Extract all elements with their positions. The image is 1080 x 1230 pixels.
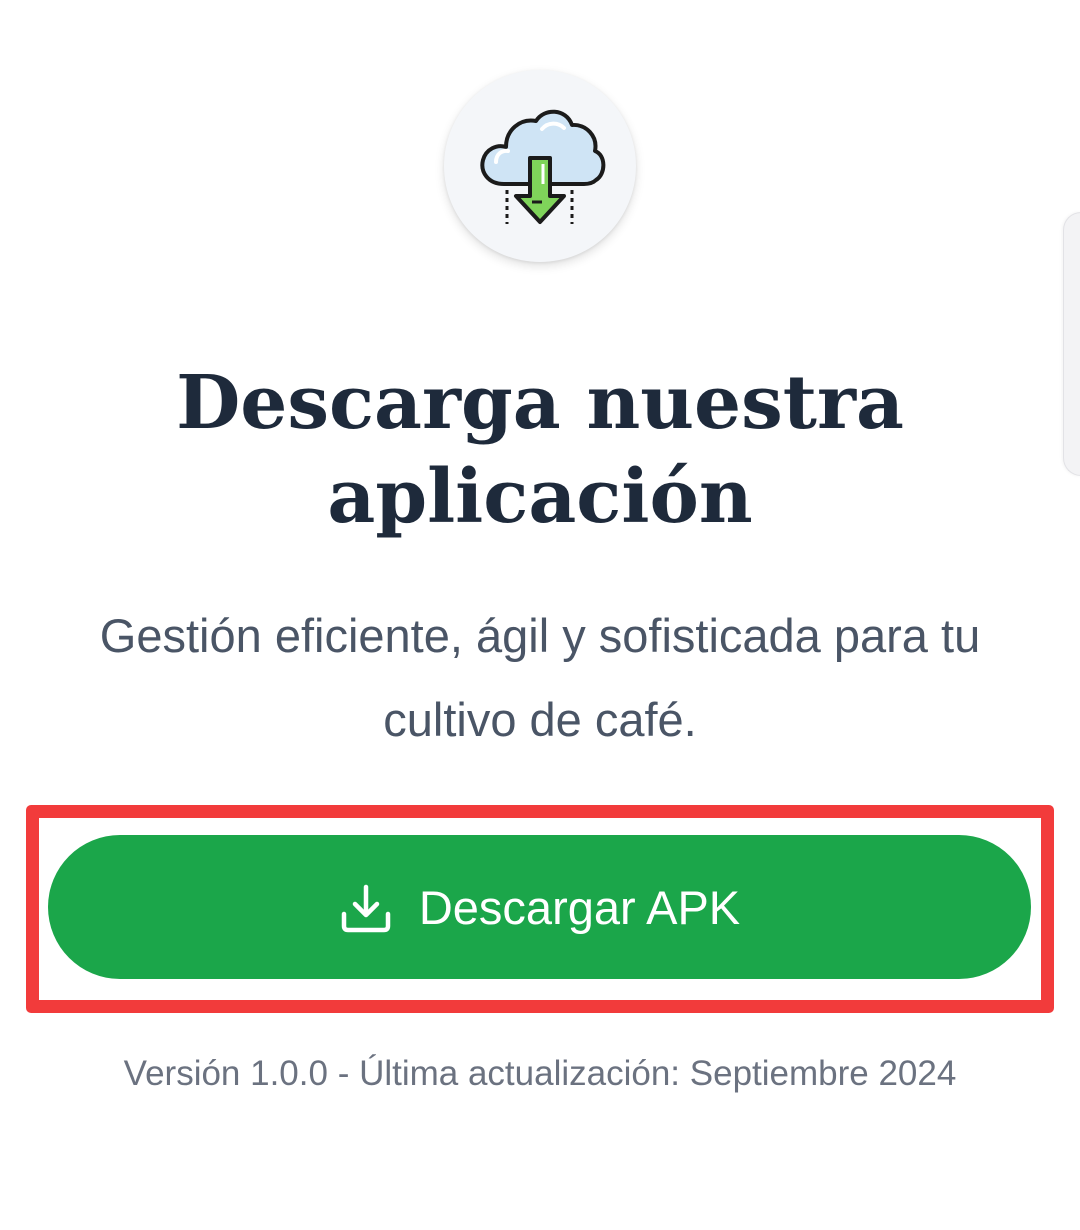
page-title: Descarga nuestra aplicación [176, 360, 904, 540]
page-subtitle: Gestión eficiente, ágil y sofisticada pa… [99, 609, 981, 746]
cloud-download-icon [480, 109, 606, 224]
download-tray-icon [341, 884, 391, 933]
download-apk-button[interactable]: Descargar APK [48, 835, 1031, 979]
app-icon-badge [444, 70, 636, 262]
version-info: Versión 1.0.0 - Última actualización: Se… [123, 1054, 957, 1093]
download-button-label: Descargar APK [418, 880, 741, 934]
